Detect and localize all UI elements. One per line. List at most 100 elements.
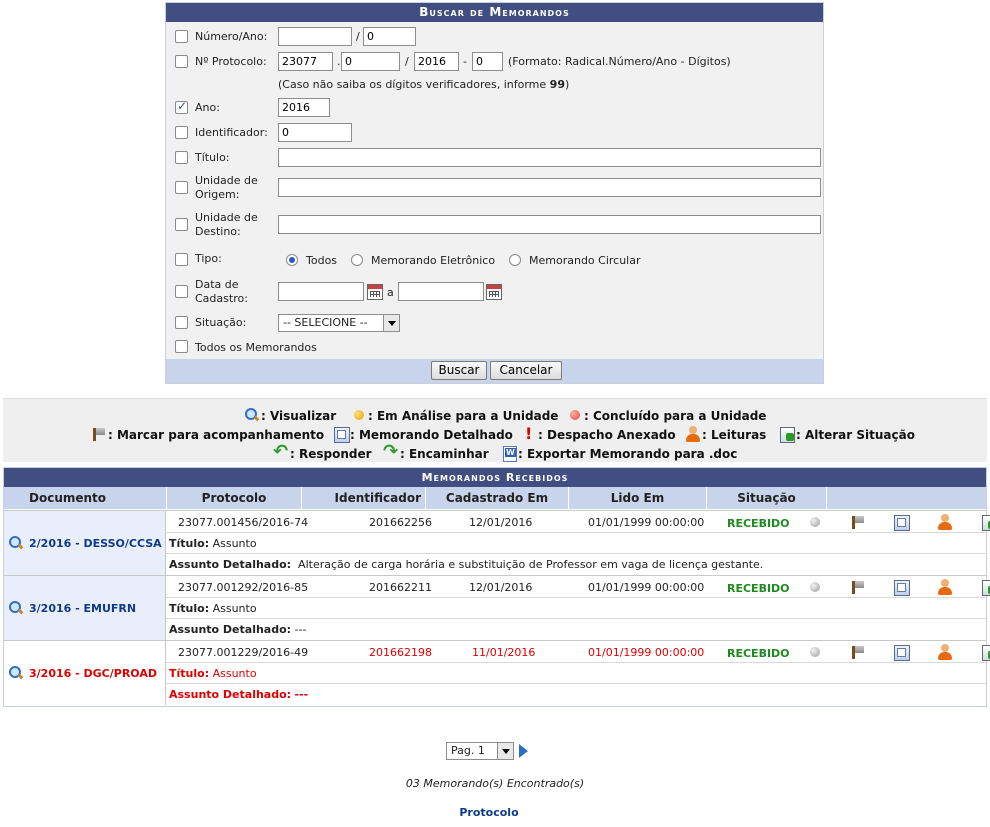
assunto-cell: Assunto Detalhado: Alteração de carga ho… (169, 558, 764, 571)
legend-alterar: : Alterar Situação (779, 426, 915, 443)
document-detail-icon[interactable] (893, 514, 910, 531)
protocolo-radical-input[interactable]: 23077 (278, 52, 333, 71)
numero-ano-checkbox[interactable] (175, 30, 188, 43)
todos-memorandos-label: Todos os Memorandos (195, 341, 317, 354)
legend-exportar: : Exportar Memorando para .doc (501, 445, 737, 462)
col-situacao: Situação (706, 487, 826, 509)
todos-memorandos-checkbox[interactable] (175, 340, 188, 353)
identificador-input[interactable]: 0 (278, 123, 352, 142)
table-row: 3/2016 - DGC/PROAD 23077.001229/2016-49 … (4, 640, 990, 705)
protocolo-link[interactable]: Protocolo (0, 806, 978, 819)
user-icon[interactable] (937, 514, 953, 530)
user-icon (685, 426, 701, 442)
col-identificador: Identificador (301, 487, 425, 509)
change-status-icon[interactable] (981, 644, 990, 661)
status-badge: RECEBIDO (727, 647, 790, 660)
page-select[interactable]: Pag. 1 (446, 742, 514, 760)
unidade-destino-checkbox[interactable] (175, 218, 188, 231)
legend-concluido: : Concluído para a Unidade (567, 407, 766, 423)
row-actions (807, 643, 990, 661)
cancelar-button[interactable]: Cancelar (490, 361, 562, 380)
identificador-cell: 201662198 (369, 646, 432, 659)
assunto-cell: Assunto Detalhado: --- (169, 688, 309, 701)
col-cadastrado: Cadastrado Em (425, 487, 568, 509)
lido-cell: 01/01/1999 00:00:00 (588, 516, 705, 529)
documento-link[interactable]: 3/2016 - EMUFRN (29, 602, 136, 615)
assunto-cell: Assunto Detalhado: --- (169, 623, 307, 636)
chevron-down-icon (497, 743, 513, 759)
status-dot-icon (807, 514, 823, 530)
legend-leituras: : Leituras (685, 426, 766, 442)
magnifier-icon[interactable] (8, 665, 24, 681)
titulo-cell: Título: Assunto (169, 602, 257, 615)
protocolo-numero-input[interactable]: 0 (341, 52, 400, 71)
magnifier-icon[interactable] (8, 535, 24, 551)
titulo-cell: Título: Assunto (169, 667, 257, 680)
titulo-input[interactable] (278, 148, 821, 167)
numero-input[interactable] (278, 27, 352, 46)
protocolo-digitos-input[interactable]: 0 (472, 52, 503, 71)
titulo-checkbox[interactable] (175, 151, 188, 164)
document-detail-icon[interactable] (893, 644, 910, 661)
col-documento: Documento (29, 491, 107, 505)
forward-icon (383, 441, 399, 462)
unidade-origem-input[interactable] (278, 178, 821, 197)
identificador-label: Identificador: (195, 126, 268, 139)
protocolo-checkbox[interactable] (175, 55, 188, 68)
buscar-button[interactable]: Buscar (431, 361, 487, 380)
cadastrado-cell: 12/01/2016 (469, 516, 533, 529)
flag-icon[interactable] (850, 644, 866, 660)
reply-icon (273, 441, 289, 462)
tipo-label: Tipo: (195, 252, 222, 265)
tipo-option-eletronico: Memorando Eletrônico (371, 254, 496, 267)
situacao-checkbox[interactable] (175, 316, 188, 329)
user-icon[interactable] (937, 579, 953, 595)
ano-input[interactable]: 2016 (278, 98, 330, 117)
change-status-icon[interactable] (981, 514, 990, 531)
documento-link[interactable]: 2/2016 - DESSO/CCSA (29, 537, 162, 550)
protocolo-digits-hint: (Caso não saiba os dígitos verificadores… (278, 78, 570, 91)
flag-icon[interactable] (850, 514, 866, 530)
document-detail-icon[interactable] (893, 579, 910, 596)
numero-ano-label: Número/Ano: (195, 30, 268, 43)
table-row: 3/2016 - EMUFRN 23077.001292/2016-85 201… (4, 575, 990, 640)
situacao-select[interactable]: -- SELECIONE -- (278, 314, 400, 332)
tipo-checkbox[interactable] (175, 253, 188, 266)
next-page-icon[interactable] (519, 744, 528, 758)
user-icon[interactable] (937, 644, 953, 660)
legend-responder: : Responder (273, 441, 372, 462)
identificador-checkbox[interactable] (175, 126, 188, 139)
protocolo-cell: 23077.001229/2016-49 (178, 646, 309, 659)
tipo-option-circular: Memorando Circular (529, 254, 641, 267)
tipo-radio-todos[interactable] (286, 254, 298, 266)
status-badge: RECEBIDO (727, 517, 790, 530)
status-dot-icon (807, 579, 823, 595)
titulo-label: Título: (195, 151, 230, 164)
data-cadastro-label: Data de Cadastro: (195, 278, 248, 305)
tipo-radio-circular[interactable] (509, 254, 521, 266)
data-cadastro-checkbox[interactable] (175, 285, 188, 298)
numero-ano-input[interactable]: 0 (363, 27, 416, 46)
cadastrado-cell: 12/01/2016 (469, 581, 533, 594)
data-fim-input[interactable] (398, 282, 484, 301)
calendar-icon[interactable] (486, 284, 502, 300)
calendar-icon[interactable] (367, 284, 383, 300)
data-inicio-input[interactable] (278, 282, 364, 301)
lido-cell: 01/01/1999 00:00:00 (588, 581, 705, 594)
protocolo-ano-input[interactable]: 2016 (414, 52, 459, 71)
tipo-radio-eletronico[interactable] (351, 254, 363, 266)
ano-checkbox[interactable] (175, 99, 188, 114)
unidade-origem-checkbox[interactable] (175, 181, 188, 194)
documento-link[interactable]: 3/2016 - DGC/PROAD (29, 667, 157, 680)
flag-icon[interactable] (850, 579, 866, 595)
protocolo-cell: 23077.001292/2016-85 (178, 581, 309, 594)
protocolo-format-hint: (Formato: Radical.Número/Ano - Dígitos) (508, 55, 731, 68)
search-form-title: Buscar de Memorandos (166, 3, 823, 22)
unidade-destino-input[interactable] (278, 215, 821, 234)
orange-dot-icon (351, 407, 367, 423)
situacao-label: Situação: (195, 316, 247, 329)
identificador-cell: 201662256 (369, 516, 432, 529)
cadastrado-cell: 11/01/2016 (472, 646, 536, 659)
magnifier-icon[interactable] (8, 600, 24, 616)
change-status-icon[interactable] (981, 579, 990, 596)
